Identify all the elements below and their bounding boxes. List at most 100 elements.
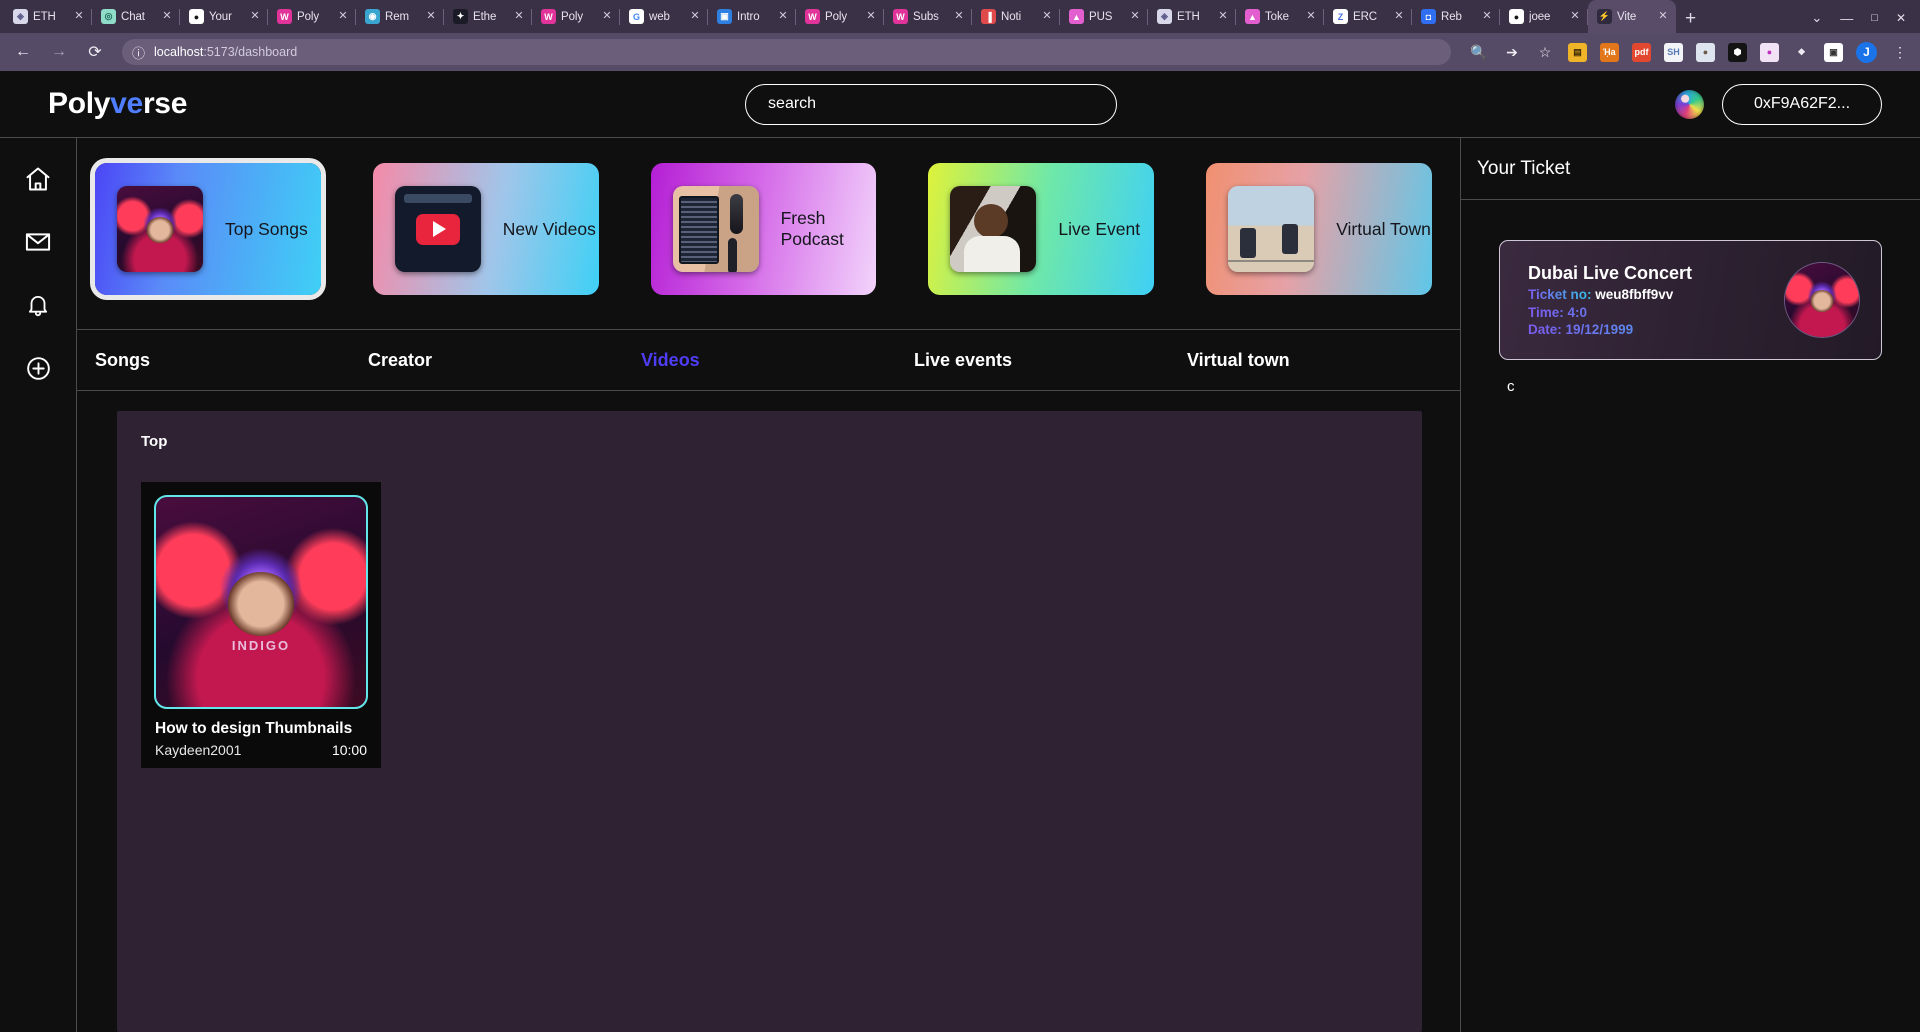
tab-close-icon[interactable]: ✕ <box>1480 11 1494 22</box>
tab-virtual-town[interactable]: Virtual town <box>1187 350 1460 371</box>
close-window-button[interactable]: ✕ <box>1896 11 1906 25</box>
reload-icon[interactable]: ⟳ <box>82 39 108 65</box>
ticket-rail: Your Ticket Dubai Live Concert Ticket no… <box>1460 137 1920 1032</box>
share-icon[interactable]: ➔ <box>1502 42 1522 62</box>
wallet-address-button[interactable]: 0xF9A62F2... <box>1722 83 1882 125</box>
tab-close-icon[interactable]: ✕ <box>1656 11 1670 22</box>
tab-creator[interactable]: Creator <box>368 350 641 371</box>
tab-favicon: ◉ <box>365 9 380 24</box>
ticket-area: Dubai Live Concert Ticket no: weu8fbff9v… <box>1461 200 1920 395</box>
star-icon[interactable]: ☆ <box>1535 42 1555 62</box>
tab-close-icon[interactable]: ✕ <box>248 11 262 22</box>
tab-close-icon[interactable]: ✕ <box>952 11 966 22</box>
browser-tab-1[interactable]: ◈ ETH ✕ <box>4 0 92 33</box>
tab-close-icon[interactable]: ✕ <box>688 11 702 22</box>
maximize-button[interactable]: □ <box>1871 12 1878 24</box>
category-thumbnail <box>117 186 203 272</box>
plus-circle-icon[interactable] <box>23 353 53 383</box>
browser-tab-14[interactable]: ◈ ETH ✕ <box>1148 0 1236 33</box>
browser-tab-13[interactable]: ▲ PUS ✕ <box>1060 0 1148 33</box>
category-label: Fresh Podcast <box>780 208 844 249</box>
browser-tab-18[interactable]: ● joee ✕ <box>1500 0 1588 33</box>
category-label: Top Songs <box>225 218 308 239</box>
tab-close-icon[interactable]: ✕ <box>1216 11 1230 22</box>
tab-close-icon[interactable]: ✕ <box>1304 11 1318 22</box>
ticket-card[interactable]: Dubai Live Concert Ticket no: weu8fbff9v… <box>1499 240 1882 360</box>
video-card[interactable]: INDIGO How to design Thumbnails Kaydeen200… <box>141 482 381 768</box>
tab-close-icon[interactable]: ✕ <box>72 11 86 22</box>
browser-tab-17[interactable]: ◘ Reb ✕ <box>1412 0 1500 33</box>
browser-tab-15[interactable]: ▲ Toke ✕ <box>1236 0 1324 33</box>
tab-videos[interactable]: Videos <box>641 350 914 371</box>
category-card-4[interactable]: Live Event <box>928 163 1155 295</box>
category-card-2[interactable]: New Videos <box>372 163 599 295</box>
tab-songs[interactable]: Songs <box>95 350 368 371</box>
category-card-3[interactable]: Fresh Podcast <box>650 163 877 295</box>
search-input[interactable] <box>745 83 1118 125</box>
sh-extension[interactable]: SH <box>1664 42 1683 62</box>
browser-tab-9[interactable]: ▣ Intro ✕ <box>708 0 796 33</box>
browser-tab-10[interactable]: W Poly ✕ <box>796 0 884 33</box>
main-content: Top Songs New Videos Fresh Podcast Live Eve… <box>76 137 1460 1032</box>
bell-icon[interactable] <box>23 290 53 320</box>
profile-extension[interactable]: ● <box>1696 42 1715 62</box>
tab-close-icon[interactable]: ✕ <box>424 11 438 22</box>
app-logo[interactable]: Polyverse <box>48 87 187 121</box>
category-card-5[interactable]: Virtual Town <box>1206 163 1432 295</box>
browser-tab-6[interactable]: ✦ Ethe ✕ <box>444 0 532 33</box>
tab-title: ERC <box>1353 10 1377 23</box>
browser-menu-icon[interactable]: ⋮ <box>1890 42 1910 62</box>
tab-close-icon[interactable]: ✕ <box>1040 11 1054 22</box>
tab-close-icon[interactable]: ✕ <box>160 11 174 22</box>
pdf-extension[interactable]: pdf <box>1632 42 1651 62</box>
tab-close-icon[interactable]: ✕ <box>1568 11 1582 22</box>
tab-title: Poly <box>297 10 319 23</box>
browser-tab-11[interactable]: W Subs ✕ <box>884 0 972 33</box>
zoom-icon[interactable]: 🔍 <box>1469 42 1489 62</box>
site-info-icon[interactable]: ⓘ <box>132 43 145 62</box>
forward-icon[interactable]: → <box>46 39 72 65</box>
tab-close-icon[interactable]: ✕ <box>512 11 526 22</box>
profile-avatar[interactable]: J <box>1856 41 1877 63</box>
metamask-extension[interactable]: ᾘa <box>1600 42 1619 62</box>
browser-tab-8[interactable]: Gweb ✕ <box>620 0 708 33</box>
browser-tab-2[interactable]: ◎ Chat ✕ <box>92 0 180 33</box>
tab-close-icon[interactable]: ✕ <box>1392 11 1406 22</box>
tab-favicon: W <box>277 9 292 24</box>
new-tab-button[interactable]: + <box>1685 9 1696 28</box>
browser-tab-5[interactable]: ◉ Rem ✕ <box>356 0 444 33</box>
tab-close-icon[interactable]: ✕ <box>864 11 878 22</box>
window-controls: ⌄ — □ ✕ <box>1811 10 1920 33</box>
logo-part-2: ve <box>110 87 143 120</box>
hex-extension[interactable]: ⬢ <box>1728 42 1747 62</box>
browser-tab-3[interactable]: ● Your ✕ <box>180 0 268 33</box>
video-meta: Kaydeen2001 10:00 <box>155 742 367 758</box>
browser-tab-7[interactable]: W Poly ✕ <box>532 0 620 33</box>
tab-live-events[interactable]: Live events <box>914 350 1187 371</box>
sidepanel-extension[interactable]: ▣ <box>1824 42 1843 62</box>
browser-tab-4[interactable]: W Poly ✕ <box>268 0 356 33</box>
browser-tab-19[interactable]: ⚡ Vite ✕ <box>1588 0 1676 33</box>
tab-favicon: ● <box>189 9 204 24</box>
tab-close-icon[interactable]: ✕ <box>1128 11 1142 22</box>
home-icon[interactable] <box>23 164 53 194</box>
tab-close-icon[interactable]: ✕ <box>336 11 350 22</box>
user-avatar[interactable] <box>1675 89 1704 119</box>
tab-search-icon[interactable]: ⌄ <box>1811 10 1822 26</box>
push-extension[interactable]: ● <box>1760 42 1779 62</box>
tab-title: Subs <box>913 10 939 23</box>
address-bar[interactable]: ⓘ localhost:5173/dashboard <box>122 39 1451 65</box>
category-thumbnail <box>672 186 759 272</box>
mail-icon[interactable] <box>23 227 53 257</box>
browser-tab-12[interactable]: ▐ Noti ✕ <box>972 0 1060 33</box>
back-icon[interactable]: ← <box>10 39 36 65</box>
minimize-button[interactable]: — <box>1840 11 1853 26</box>
category-card-1[interactable]: Top Songs <box>95 163 321 295</box>
video-thumbnail[interactable]: INDIGO <box>154 495 368 709</box>
browser-tab-16[interactable]: Z ERC ✕ <box>1324 0 1412 33</box>
tab-favicon: W <box>893 9 908 24</box>
tab-close-icon[interactable]: ✕ <box>600 11 614 22</box>
wallet-extension[interactable]: ▤ <box>1568 42 1587 62</box>
puzzle-extension[interactable]: ❖ <box>1792 43 1811 62</box>
tab-close-icon[interactable]: ✕ <box>776 11 790 22</box>
